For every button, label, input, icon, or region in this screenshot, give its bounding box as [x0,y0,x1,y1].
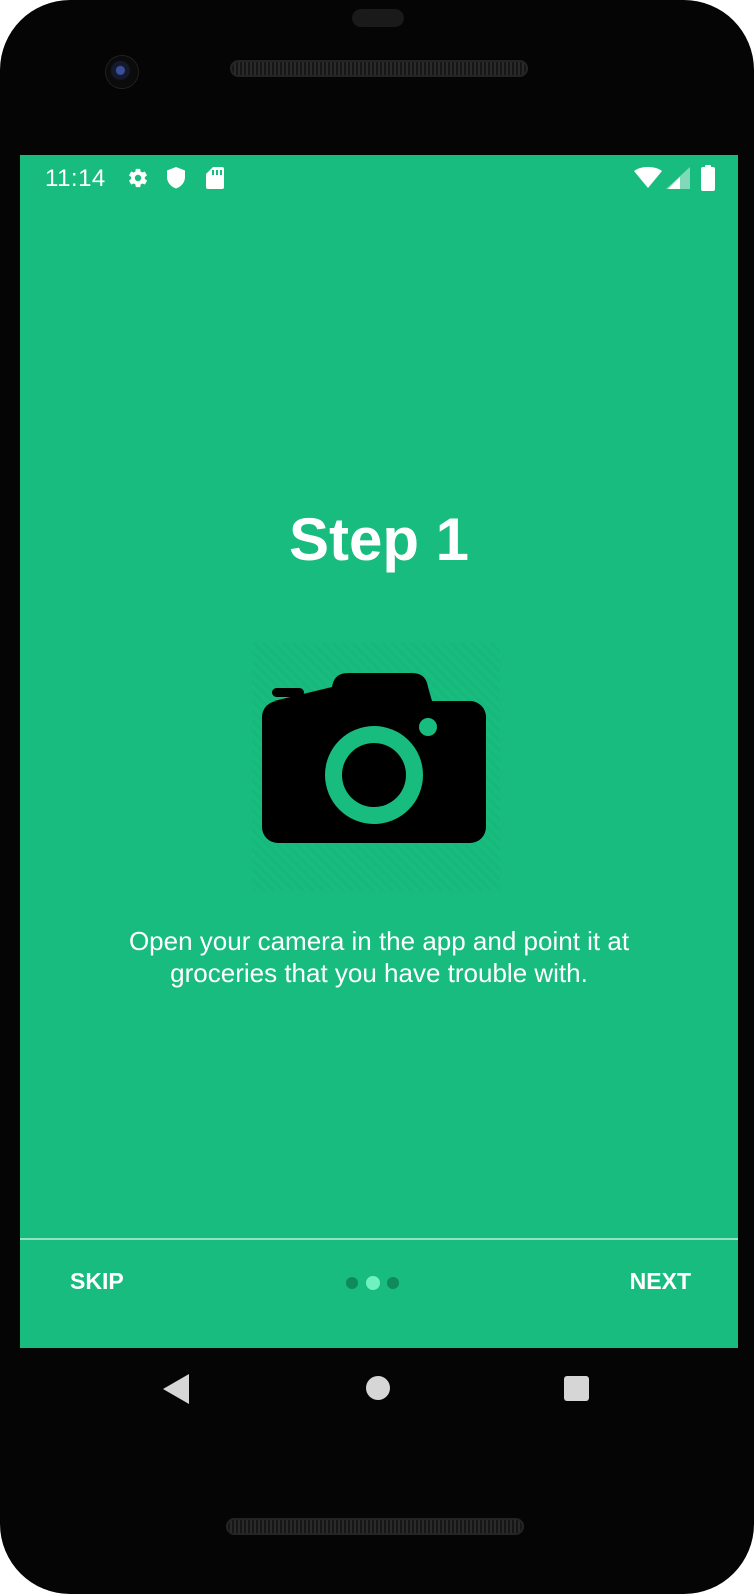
step-description: Open your camera in the app and point it… [128,926,630,988]
device-frame: 11:14 Step 1 Open your camera in the app… [0,0,754,1594]
recent-apps-icon[interactable] [564,1376,589,1401]
shield-icon [166,167,186,194]
home-icon[interactable] [366,1376,390,1400]
earpiece-slot [352,9,404,27]
page-dot [387,1277,399,1289]
front-camera [106,56,138,88]
next-button[interactable]: NEXT [630,1268,691,1295]
sd-card-icon [206,167,224,194]
skip-button[interactable]: SKIP [70,1268,124,1295]
wifi-icon [634,167,662,194]
footer-divider [20,1238,738,1240]
page-dot-active [366,1276,380,1290]
battery-icon [701,165,715,196]
top-speaker-grille [230,60,528,77]
back-icon[interactable] [163,1374,191,1409]
gear-icon [127,167,149,194]
app-screen: 11:14 Step 1 Open your camera in the app… [20,155,738,1348]
status-time: 11:14 [45,165,106,192]
signal-icon [666,167,690,194]
page-indicator [346,1275,402,1291]
page-dot [346,1277,358,1289]
status-bar: 11:14 [20,155,738,201]
step-title: Step 1 [288,506,470,573]
camera-icon [252,643,500,891]
bottom-speaker-grille [226,1518,524,1535]
